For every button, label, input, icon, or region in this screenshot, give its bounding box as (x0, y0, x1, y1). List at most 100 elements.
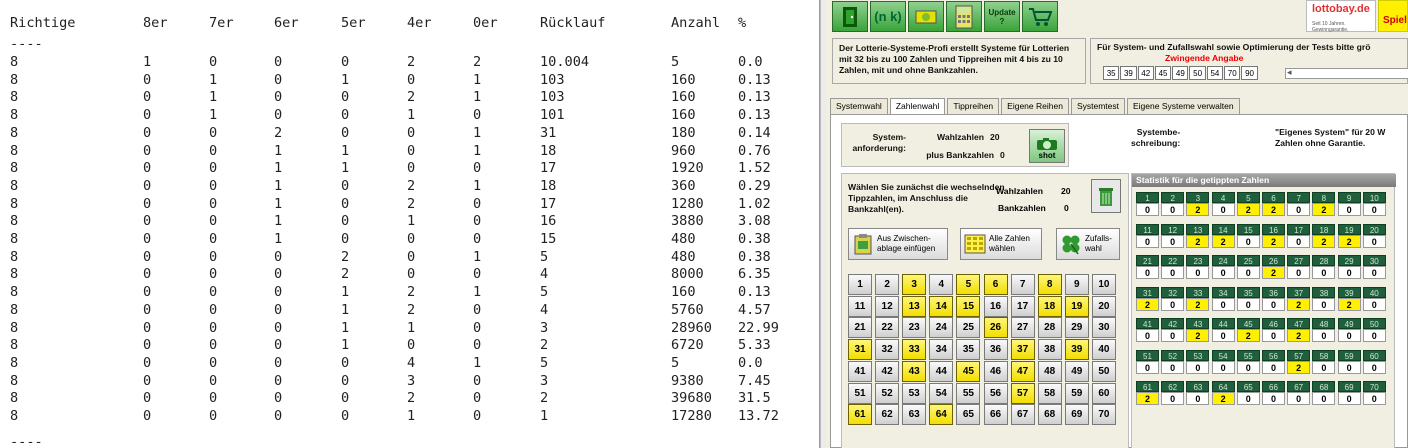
number-button-45[interactable]: 45 (956, 360, 981, 382)
number-button-70[interactable]: 70 (1091, 404, 1116, 426)
number-button-12[interactable]: 12 (875, 295, 900, 317)
number-button-49[interactable]: 49 (1064, 360, 1089, 382)
select-all-button[interactable]: Alle Zahlen wählen (960, 228, 1042, 260)
number-button-63[interactable]: 63 (902, 404, 927, 426)
exit-door-icon[interactable] (832, 1, 868, 32)
number-button-4[interactable]: 4 (929, 274, 954, 295)
number-button-25[interactable]: 25 (956, 317, 981, 339)
calculator-icon[interactable] (946, 1, 982, 32)
number-button-10[interactable]: 10 (1091, 274, 1116, 295)
number-button-38[interactable]: 38 (1037, 339, 1062, 361)
number-button-18[interactable]: 18 (1037, 295, 1062, 317)
number-button-48[interactable]: 48 (1037, 360, 1062, 382)
clear-selection-button[interactable] (1091, 179, 1121, 213)
random-selection-button[interactable]: Zufalls- wahl (1056, 228, 1120, 260)
number-button-8[interactable]: 8 (1037, 274, 1062, 295)
tab-systemtest[interactable]: Systemtest (1070, 98, 1125, 114)
number-button-44[interactable]: 44 (929, 360, 954, 382)
number-button-68[interactable]: 68 (1037, 404, 1062, 426)
number-button-36[interactable]: 36 (983, 339, 1008, 361)
number-button-41[interactable]: 41 (848, 360, 872, 382)
tab-eigene-systeme-verwalten[interactable]: Eigene Systeme verwalten (1126, 98, 1240, 114)
number-button-28[interactable]: 28 (1037, 317, 1062, 339)
number-button-33[interactable]: 33 (902, 339, 927, 361)
spiel-logo[interactable]: Spiel (1378, 0, 1408, 32)
scroll-left-icon[interactable]: ◂ (1287, 67, 1292, 78)
number-button-59[interactable]: 59 (1064, 382, 1089, 404)
tab-tippreihen[interactable]: Tippreihen (947, 98, 1000, 114)
lottery-size-option-45[interactable]: 45 (1154, 66, 1172, 80)
number-button-64[interactable]: 64 (929, 404, 954, 426)
number-button-3[interactable]: 3 (902, 274, 927, 295)
lottery-size-option-50[interactable]: 50 (1189, 66, 1206, 80)
number-button-32[interactable]: 32 (875, 339, 900, 361)
number-button-6[interactable]: 6 (983, 274, 1008, 295)
lottery-size-option-39[interactable]: 39 (1120, 66, 1137, 80)
number-button-5[interactable]: 5 (956, 274, 981, 295)
number-button-11[interactable]: 11 (848, 295, 872, 317)
shopping-cart-icon[interactable] (1022, 1, 1058, 32)
number-button-31[interactable]: 31 (848, 339, 872, 361)
number-button-2[interactable]: 2 (875, 274, 900, 295)
number-button-51[interactable]: 51 (848, 382, 872, 404)
number-button-69[interactable]: 69 (1064, 404, 1089, 426)
number-button-58[interactable]: 58 (1037, 382, 1062, 404)
number-button-9[interactable]: 9 (1064, 274, 1089, 295)
number-button-26[interactable]: 26 (983, 317, 1008, 339)
number-button-60[interactable]: 60 (1091, 382, 1116, 404)
number-button-65[interactable]: 65 (956, 404, 981, 426)
number-button-57[interactable]: 57 (1010, 382, 1035, 404)
lottery-size-scrollbar[interactable]: ◂ (1285, 67, 1408, 79)
number-button-47[interactable]: 47 (1010, 360, 1035, 382)
number-button-29[interactable]: 29 (1064, 317, 1089, 339)
number-button-43[interactable]: 43 (902, 360, 927, 382)
number-button-22[interactable]: 22 (875, 317, 900, 339)
number-button-56[interactable]: 56 (983, 382, 1008, 404)
lottery-size-option-90[interactable]: 90 (1241, 66, 1258, 80)
number-button-7[interactable]: 7 (1010, 274, 1035, 295)
lottery-size-option-35[interactable]: 35 (1103, 66, 1120, 80)
lottery-size-option-70[interactable]: 70 (1224, 66, 1241, 80)
number-button-15[interactable]: 15 (956, 295, 981, 317)
number-button-67[interactable]: 67 (1010, 404, 1035, 426)
tab-eigene-reihen[interactable]: Eigene Reihen (1001, 98, 1069, 114)
tab-systemwahl[interactable]: Systemwahl (830, 98, 888, 114)
screenshot-button[interactable]: shot (1029, 129, 1065, 163)
number-button-17[interactable]: 17 (1010, 295, 1035, 317)
number-button-39[interactable]: 39 (1064, 339, 1089, 361)
lottobay-logo[interactable]: lottobay.de Seit 10 Jahren. Gewinngarant… (1306, 0, 1376, 33)
number-button-35[interactable]: 35 (956, 339, 981, 361)
lottery-size-option-54[interactable]: 54 (1206, 66, 1224, 80)
number-button-46[interactable]: 46 (983, 360, 1008, 382)
number-button-21[interactable]: 21 (848, 317, 872, 339)
number-button-37[interactable]: 37 (1010, 339, 1035, 361)
number-button-53[interactable]: 53 (902, 382, 927, 404)
number-button-61[interactable]: 61 (848, 404, 872, 426)
number-button-50[interactable]: 50 (1091, 360, 1116, 382)
number-button-19[interactable]: 19 (1064, 295, 1089, 317)
money-icon[interactable] (908, 1, 944, 32)
binomial-nk-icon[interactable]: (n k) (870, 1, 906, 32)
number-button-27[interactable]: 27 (1010, 317, 1035, 339)
number-button-52[interactable]: 52 (875, 382, 900, 404)
number-button-34[interactable]: 34 (929, 339, 954, 361)
number-button-13[interactable]: 13 (902, 295, 927, 317)
number-button-42[interactable]: 42 (875, 360, 900, 382)
number-button-16[interactable]: 16 (983, 295, 1008, 317)
number-button-54[interactable]: 54 (929, 382, 954, 404)
number-button-1[interactable]: 1 (848, 274, 872, 295)
number-button-62[interactable]: 62 (875, 404, 900, 426)
number-button-14[interactable]: 14 (929, 295, 954, 317)
number-button-23[interactable]: 23 (902, 317, 927, 339)
lottery-size-option-49[interactable]: 49 (1172, 66, 1189, 80)
number-button-24[interactable]: 24 (929, 317, 954, 339)
number-button-20[interactable]: 20 (1091, 295, 1116, 317)
paste-from-clipboard-button[interactable]: Aus Zwischen- ablage einfügen (848, 228, 948, 260)
lottery-size-option-42[interactable]: 42 (1137, 66, 1154, 80)
number-button-40[interactable]: 40 (1091, 339, 1116, 361)
tab-zahlenwahl[interactable]: Zahlenwahl (889, 98, 946, 115)
update-icon[interactable]: Update ? (984, 1, 1020, 32)
number-button-66[interactable]: 66 (983, 404, 1008, 426)
number-button-55[interactable]: 55 (956, 382, 981, 404)
number-button-30[interactable]: 30 (1091, 317, 1116, 339)
